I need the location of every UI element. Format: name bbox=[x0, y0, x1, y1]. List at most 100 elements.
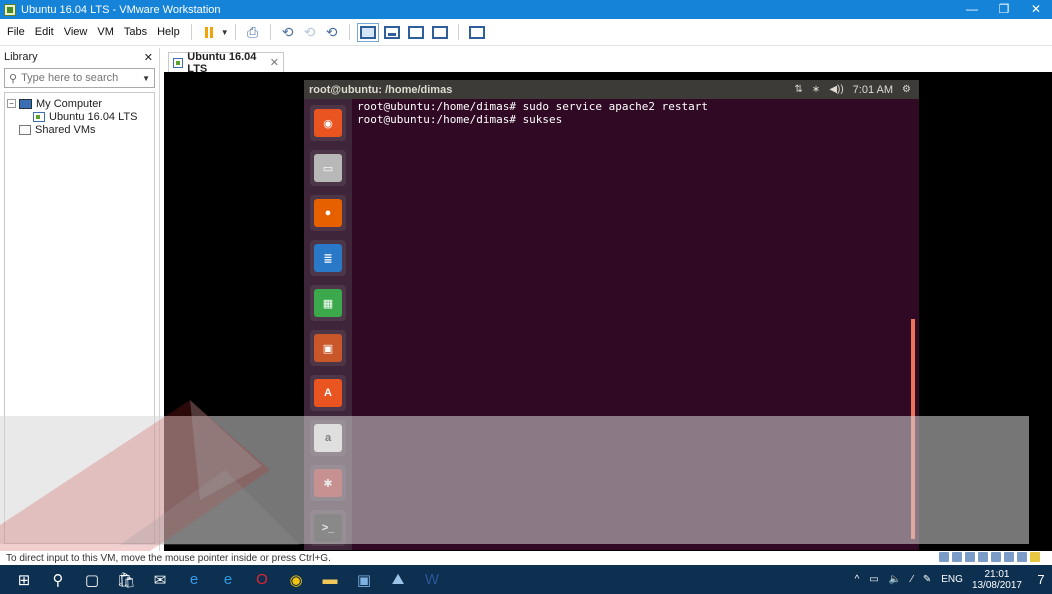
search-icon: ⚲ bbox=[9, 72, 18, 85]
calc-icon[interactable]: ▦ bbox=[310, 285, 346, 321]
suspend-button[interactable] bbox=[198, 22, 220, 42]
menu-help[interactable]: Help bbox=[152, 26, 185, 38]
library-close-button[interactable]: ✕ bbox=[144, 51, 153, 64]
thumbnail-bar-button[interactable] bbox=[383, 25, 400, 39]
ie-icon[interactable]: e bbox=[212, 565, 244, 594]
toolbar-separator bbox=[269, 24, 271, 40]
vmware-icon[interactable]: ▣ bbox=[348, 565, 380, 594]
ubuntu-dash-icon[interactable]: ◉ bbox=[310, 105, 346, 141]
terminal-line: root@ubuntu:/home/dimas# sudo service ap… bbox=[357, 100, 708, 113]
shared-vms-icon bbox=[19, 124, 31, 135]
writer-icon[interactable]: ≣ bbox=[310, 240, 346, 276]
store-icon[interactable]: 🛍 bbox=[110, 565, 142, 594]
ubuntu-dash-glyph: ◉ bbox=[314, 109, 342, 137]
search-icon[interactable]: ⚲ bbox=[42, 565, 74, 594]
minimize-button[interactable]: — bbox=[956, 0, 988, 19]
system-settings-icon[interactable]: ✱ bbox=[310, 465, 346, 501]
full-screen-button[interactable] bbox=[407, 25, 424, 39]
snapshot-manager-button[interactable]: ⟲ bbox=[321, 22, 343, 42]
menu-tabs[interactable]: Tabs bbox=[119, 26, 152, 38]
clock-time: 21:01 bbox=[984, 568, 1010, 580]
tree-item-ubuntu-vm[interactable]: Ubuntu 16.04 LTS bbox=[7, 110, 152, 123]
terminal-scrollbar[interactable] bbox=[911, 319, 915, 539]
firefox-icon[interactable]: ● bbox=[310, 195, 346, 231]
menu-vm[interactable]: VM bbox=[92, 26, 119, 38]
display-icon[interactable] bbox=[1017, 552, 1027, 562]
library-search-input[interactable] bbox=[21, 72, 132, 84]
clock-date: 13/08/2017 bbox=[971, 579, 1022, 591]
chevron-down-icon[interactable]: ▼ bbox=[221, 28, 229, 37]
usb-icon[interactable] bbox=[1004, 552, 1014, 562]
message-icon[interactable] bbox=[1030, 552, 1040, 562]
speaker-icon[interactable]: 🔈 bbox=[889, 574, 901, 585]
vm-console[interactable]: root@ubuntu: /home/dimas ⇅ ∗ ◀)) 7:01 AM… bbox=[164, 72, 1052, 551]
guest-clock[interactable]: 7:01 AM bbox=[853, 84, 893, 96]
toolbar-separator bbox=[234, 24, 236, 40]
impress-icon[interactable]: ▣ bbox=[310, 330, 346, 366]
library-search: ⚲ ▼ bbox=[4, 68, 155, 88]
unity-launcher: ◉ ▭ ● ≣ ▦ ▣ Aa ✱ >_ bbox=[304, 99, 352, 550]
revert-snapshot-button[interactable]: ⟲ bbox=[299, 22, 321, 42]
tree-item-shared-vms[interactable]: Shared VMs bbox=[7, 123, 152, 136]
system-settings-glyph: ✱ bbox=[314, 469, 342, 497]
collapse-icon[interactable]: − bbox=[7, 99, 16, 108]
library-title: Library bbox=[4, 51, 38, 63]
taskbar-clock[interactable]: 21:01 13/08/2017 bbox=[972, 569, 1022, 591]
battery-icon[interactable]: ▭ bbox=[869, 574, 878, 585]
settings-gear-icon[interactable]: ⚙ bbox=[902, 84, 911, 95]
tab-ubuntu[interactable]: Ubuntu 16.04 LTS ✕ bbox=[168, 51, 284, 75]
photos-icon[interactable]: ⛰ bbox=[382, 565, 414, 594]
menu-file[interactable]: File bbox=[2, 26, 30, 38]
terminal-window[interactable]: root@ubuntu:/home/dimas# sudo service ap… bbox=[352, 99, 919, 550]
menu-view[interactable]: View bbox=[59, 26, 93, 38]
chevron-down-icon[interactable]: ▼ bbox=[142, 74, 150, 83]
printer-icon[interactable] bbox=[978, 552, 988, 562]
tray-chevron-icon[interactable]: ^ bbox=[855, 574, 860, 585]
mail-icon[interactable]: ✉ bbox=[144, 565, 176, 594]
status-bar: To direct input to this VM, move the mou… bbox=[0, 551, 1052, 565]
network-adapter-icon[interactable] bbox=[965, 552, 975, 562]
word-icon[interactable]: W bbox=[416, 565, 448, 594]
unity-button[interactable] bbox=[431, 25, 448, 39]
volume-icon[interactable]: ◀)) bbox=[829, 84, 843, 95]
console-view-button[interactable] bbox=[468, 25, 485, 39]
files-icon[interactable]: ▭ bbox=[310, 150, 346, 186]
action-center-icon[interactable]: 7 bbox=[1030, 570, 1052, 590]
device-status-icons bbox=[939, 552, 1040, 562]
send-ctrl-alt-del-button[interactable]: ⎙ bbox=[242, 22, 264, 42]
bluetooth-icon[interactable]: ∗ bbox=[812, 84, 820, 95]
network-icon[interactable]: ⇅ bbox=[795, 84, 803, 95]
maximize-button[interactable]: ❐ bbox=[988, 0, 1020, 19]
toolbar-separator bbox=[457, 24, 459, 40]
wifi-icon[interactable]: ⁄ bbox=[911, 574, 913, 585]
sound-card-icon[interactable] bbox=[991, 552, 1001, 562]
cd-dvd-icon[interactable] bbox=[952, 552, 962, 562]
window-controls: — ❐ ✕ bbox=[956, 0, 1052, 19]
opera-icon[interactable]: O bbox=[246, 565, 278, 594]
edge-icon[interactable]: e bbox=[178, 565, 210, 594]
take-snapshot-button[interactable]: ⟲ bbox=[277, 22, 299, 42]
task-view-icon[interactable]: ▢ bbox=[76, 565, 108, 594]
files-glyph: ▭ bbox=[314, 154, 342, 182]
ubuntu-desktop[interactable]: root@ubuntu: /home/dimas ⇅ ∗ ◀)) 7:01 AM… bbox=[304, 80, 919, 550]
software-center-glyph: A bbox=[314, 379, 342, 407]
menu-edit[interactable]: Edit bbox=[30, 26, 59, 38]
file-explorer-icon[interactable]: ▬ bbox=[314, 565, 346, 594]
pen-icon[interactable]: ✎ bbox=[923, 574, 931, 585]
guest-window-title: root@ubuntu: /home/dimas bbox=[309, 83, 453, 96]
tab-close-button[interactable]: ✕ bbox=[270, 56, 279, 69]
close-button[interactable]: ✕ bbox=[1020, 0, 1052, 19]
terminal-icon[interactable]: >_ bbox=[310, 510, 346, 546]
chrome-icon[interactable]: ◉ bbox=[280, 565, 312, 594]
amazon-icon[interactable]: a bbox=[310, 420, 346, 456]
start-icon[interactable]: ⊞ bbox=[8, 565, 40, 594]
software-center-icon[interactable]: A bbox=[310, 375, 346, 411]
hard-disk-icon[interactable] bbox=[939, 552, 949, 562]
language-indicator[interactable]: ENG bbox=[941, 574, 963, 585]
terminal-glyph: >_ bbox=[314, 514, 342, 542]
tree-item-my-computer[interactable]: − My Computer bbox=[7, 97, 152, 110]
vmware-app-icon bbox=[4, 3, 16, 16]
tree-label: Shared VMs bbox=[35, 123, 96, 136]
menu-bar: File Edit View VM Tabs Help ▼ ⎙ ⟲ ⟲ ⟲ bbox=[0, 19, 1052, 46]
show-library-button[interactable] bbox=[356, 22, 379, 42]
